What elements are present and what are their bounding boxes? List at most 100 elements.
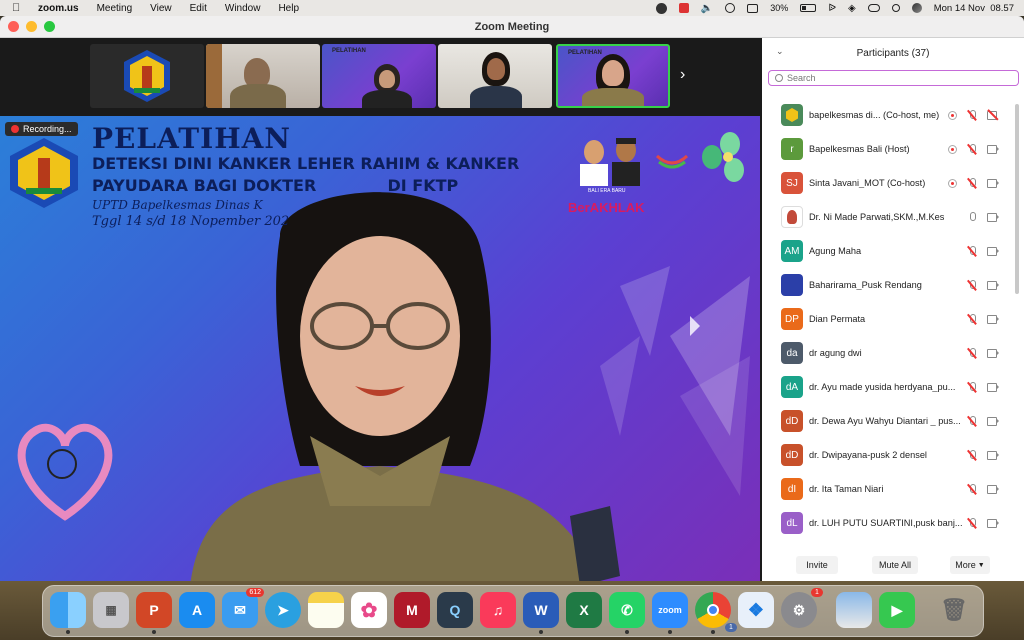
- camera-icon[interactable]: [987, 417, 999, 426]
- camera-icon[interactable]: [987, 383, 999, 392]
- chrome-icon[interactable]: 1: [695, 592, 737, 634]
- system-settings-icon[interactable]: ⚙ 1: [781, 588, 823, 628]
- music-icon[interactable]: ♫: [480, 592, 516, 628]
- volume-icon[interactable]: 🔈: [701, 3, 713, 14]
- participant-row[interactable]: dL dr. LUH PUTU SUARTINI,pusk banj...: [762, 506, 1012, 540]
- recording-indicator[interactable]: Recording...: [5, 122, 78, 136]
- microphone-muted-icon[interactable]: [967, 279, 977, 291]
- excel-icon[interactable]: X: [566, 592, 602, 628]
- participant-row[interactable]: r Bapelkesmas Bali (Host): [762, 132, 1012, 166]
- camera-icon[interactable]: [987, 179, 999, 188]
- quicktime-icon[interactable]: Q: [437, 592, 473, 628]
- finder-icon[interactable]: [50, 592, 86, 634]
- mendeley-icon[interactable]: M: [394, 592, 430, 628]
- telegram-icon[interactable]: ➤: [265, 592, 301, 628]
- camera-icon[interactable]: [987, 519, 999, 528]
- adobe-icon[interactable]: [678, 3, 689, 13]
- mute-all-button[interactable]: Mute All: [872, 556, 918, 574]
- participant-row[interactable]: da dr agung dwi: [762, 336, 1012, 370]
- thumbnail-bapelkesmas-logo[interactable]: [90, 44, 204, 108]
- main-video: Recording... PELATIHAN DETEKSI DINI KANK…: [0, 116, 760, 581]
- camera-off-icon[interactable]: [987, 111, 999, 120]
- menu-window[interactable]: Window: [225, 3, 261, 14]
- menu-clock[interactable]: Mon 14 Nov 08.57: [934, 3, 1014, 14]
- whatsapp-icon[interactable]: ✆: [609, 592, 645, 634]
- camera-icon[interactable]: [987, 451, 999, 460]
- microphone-muted-icon[interactable]: [967, 245, 977, 257]
- search-menu-icon[interactable]: [891, 4, 900, 12]
- participant-name: Baharirama_Pusk Rendang: [809, 280, 922, 290]
- participant-row[interactable]: DP Dian Permata: [762, 302, 1012, 336]
- image-capture-icon[interactable]: [836, 592, 872, 628]
- microphone-icon[interactable]: [967, 211, 977, 223]
- microphone-muted-icon[interactable]: [967, 415, 977, 427]
- participant-row[interactable]: Baharirama_Pusk Rendang: [762, 268, 1012, 302]
- photos-icon[interactable]: ✿: [351, 592, 387, 628]
- screen-icon[interactable]: [747, 3, 759, 13]
- siri-icon[interactable]: [911, 3, 922, 13]
- zoom-status-icon[interactable]: [655, 2, 667, 14]
- menu-help[interactable]: Help: [278, 3, 299, 14]
- participant-status-icons: [948, 211, 999, 223]
- microphone-muted-icon[interactable]: [967, 177, 977, 189]
- bluetooth-icon[interactable]: ᐉ: [828, 3, 836, 14]
- microphone-muted-icon[interactable]: [967, 347, 977, 359]
- participant-row[interactable]: AM Agung Maha: [762, 234, 1012, 268]
- more-button[interactable]: More ▼: [950, 556, 990, 574]
- notes-icon[interactable]: [308, 592, 344, 628]
- wifi-icon[interactable]: ◈: [848, 3, 856, 14]
- microphone-muted-icon[interactable]: [967, 517, 977, 529]
- safari-icon[interactable]: ❖: [738, 592, 774, 628]
- launchpad-icon[interactable]: ▦: [93, 592, 129, 628]
- word-icon[interactable]: W: [523, 592, 559, 634]
- trash-icon[interactable]: 🗑: [936, 592, 972, 628]
- camera-icon[interactable]: [987, 281, 999, 290]
- microphone-muted-icon[interactable]: [967, 143, 977, 155]
- participant-status-icons: [948, 449, 999, 461]
- thumbnail-participant-man[interactable]: [206, 44, 320, 108]
- participant-row[interactable]: dA dr. Ayu made yusida herdyana_pu...: [762, 370, 1012, 404]
- camera-icon[interactable]: [987, 315, 999, 324]
- zoom-icon[interactable]: zoom: [652, 592, 688, 634]
- participant-row[interactable]: bapelkesmas di... (Co-host, me): [762, 98, 1012, 132]
- camera-icon[interactable]: [987, 213, 999, 222]
- microphone-muted-icon[interactable]: [967, 109, 977, 121]
- camera-icon[interactable]: [987, 485, 999, 494]
- menu-meeting[interactable]: Meeting: [97, 3, 133, 14]
- menu-app-name[interactable]: zoom.us: [38, 3, 79, 14]
- bali-emblem-icon: [124, 50, 170, 102]
- battery-icon[interactable]: [800, 4, 817, 12]
- thumbnail-active-speaker[interactable]: PELATIHAN: [556, 44, 670, 108]
- app-store-icon[interactable]: A: [179, 592, 215, 628]
- microphone-muted-icon[interactable]: [967, 449, 977, 461]
- chevron-right-icon[interactable]: ›: [680, 66, 685, 84]
- participant-row[interactable]: SJ Sinta Javani_MOT (Co-host): [762, 166, 1012, 200]
- camera-icon[interactable]: [987, 349, 999, 358]
- playback-icon[interactable]: [725, 3, 736, 13]
- participant-row[interactable]: Dr. Ni Made Parwati,SKM.,M.Kes: [762, 200, 1012, 234]
- menu-edit[interactable]: Edit: [190, 3, 207, 14]
- camera-icon[interactable]: [987, 145, 999, 154]
- participants-list: bapelkesmas di... (Co-host, me) r Bapelkes…: [762, 98, 1012, 540]
- participants-scrollbar[interactable]: [1015, 104, 1019, 294]
- mail-icon[interactable]: ✉ 612: [222, 588, 264, 628]
- participant-body: [362, 90, 412, 108]
- apple-icon[interactable]: : [12, 2, 26, 14]
- participant-row[interactable]: dD dr. Dwipayana-pusk 2 densel: [762, 438, 1012, 472]
- participant-status-icons: [948, 245, 999, 257]
- facetime-icon[interactable]: ▶: [879, 592, 915, 628]
- invite-button[interactable]: Invite: [796, 556, 838, 574]
- participant-search-input[interactable]: Search: [768, 70, 1019, 86]
- control-center-icon[interactable]: [867, 4, 880, 12]
- microphone-muted-icon[interactable]: [967, 313, 977, 325]
- powerpoint-icon[interactable]: P: [136, 592, 172, 634]
- menu-view[interactable]: View: [150, 3, 172, 14]
- microphone-muted-icon[interactable]: [967, 483, 977, 495]
- participant-row[interactable]: dI dr. Ita Taman Niari: [762, 472, 1012, 506]
- collapse-panel-button[interactable]: ⌄: [776, 46, 784, 57]
- thumbnail-participant-slide[interactable]: PELATIHAN: [322, 44, 436, 108]
- microphone-muted-icon[interactable]: [967, 381, 977, 393]
- camera-icon[interactable]: [987, 247, 999, 256]
- participant-row[interactable]: dD dr. Dewa Ayu Wahyu Diantari _ pus...: [762, 404, 1012, 438]
- thumbnail-participant-woman[interactable]: [438, 44, 552, 108]
